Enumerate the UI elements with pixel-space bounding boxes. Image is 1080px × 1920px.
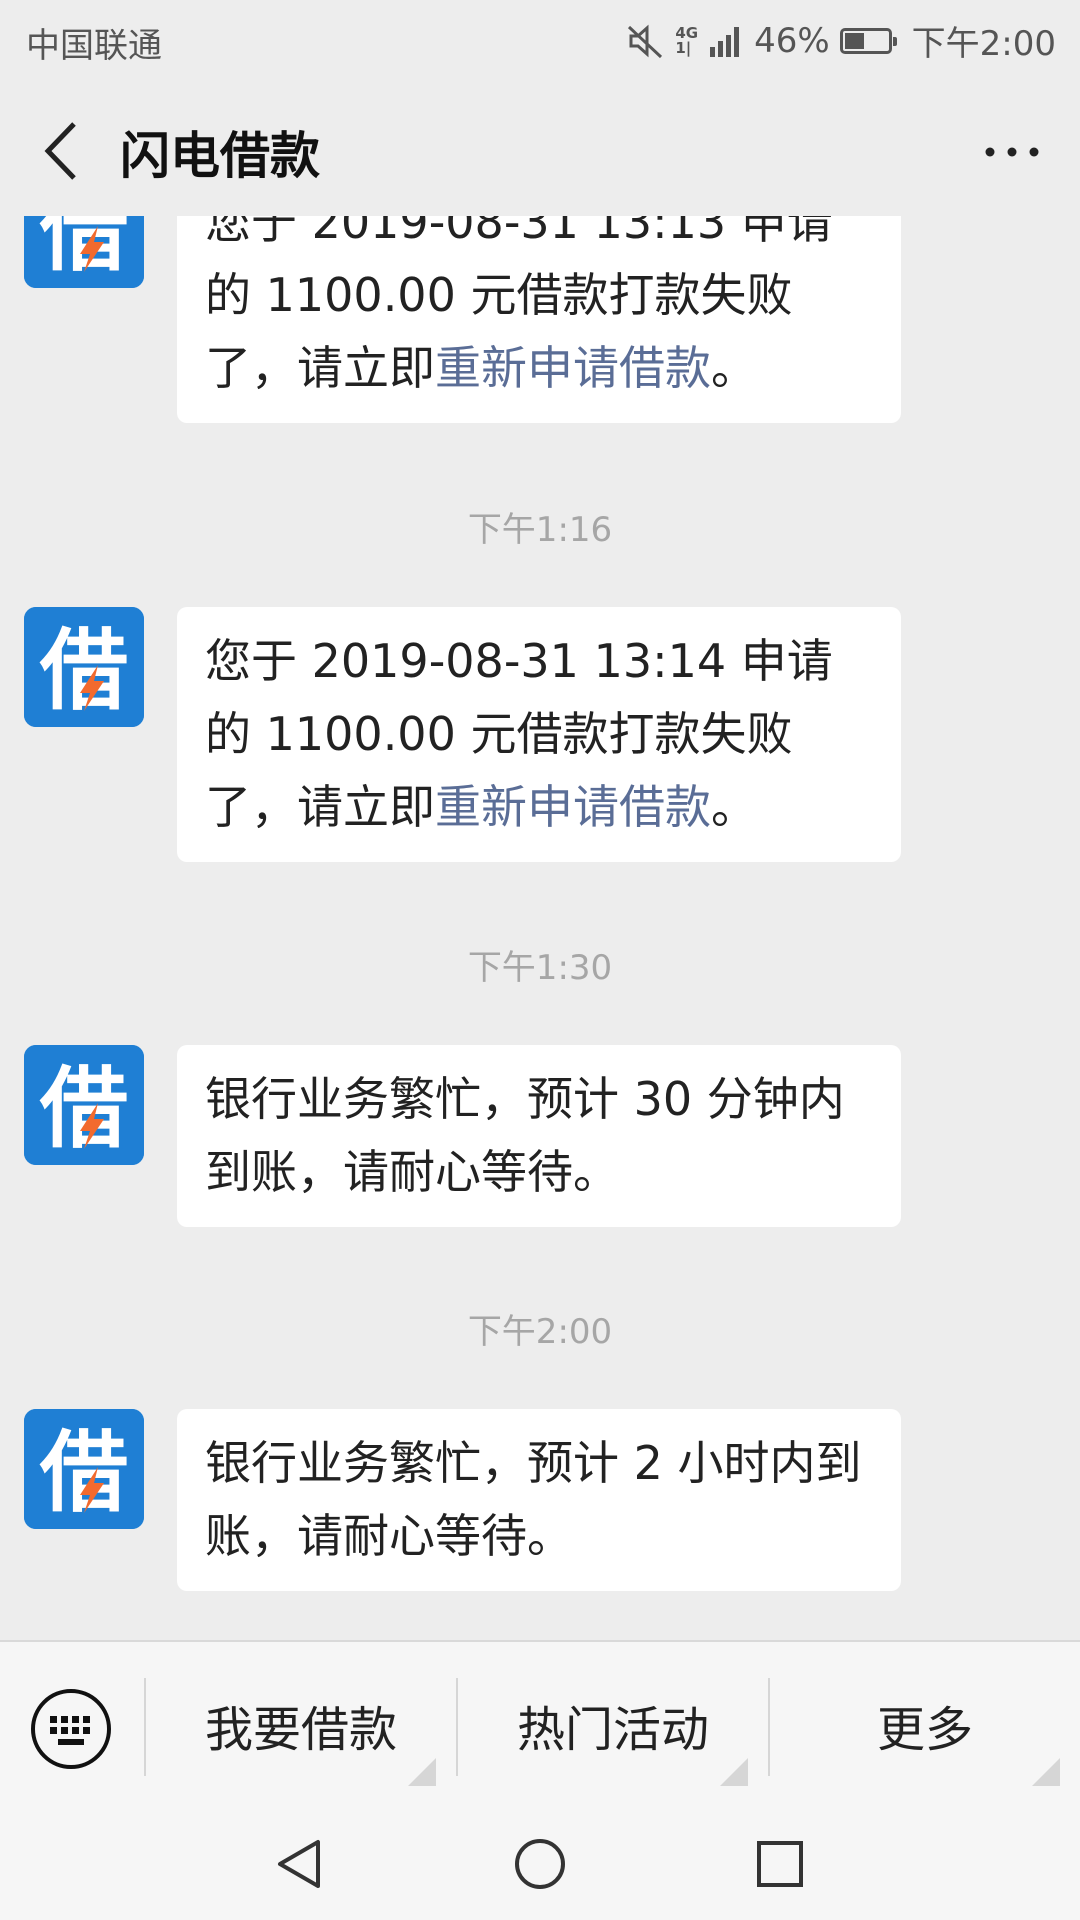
battery-icon <box>839 27 897 54</box>
carrier-label: 中国联通 <box>26 26 162 66</box>
signal-icon <box>710 26 740 57</box>
lightning-loan-logo-icon: 借 <box>24 607 144 727</box>
back-arrow-icon[interactable] <box>38 116 98 186</box>
status-icons: 4G 1| 46% 下午2:00 <box>625 16 1056 65</box>
lightning-loan-logo-icon: 借 <box>24 216 144 288</box>
nav-back-icon[interactable] <box>270 1834 330 1894</box>
timestamp: 下午2:00 <box>467 1312 613 1352</box>
svg-text:借: 借 <box>39 619 128 722</box>
menu-item-borrow[interactable]: 我要借款 <box>146 1642 456 1808</box>
keyboard-icon[interactable] <box>30 1688 112 1770</box>
more-options-icon[interactable] <box>982 132 1042 172</box>
timestamp: 下午1:30 <box>467 948 613 988</box>
message-bubble: 您于 2019-08-31 13:14 申请的 1100.00 元借款打款失败了… <box>177 607 901 862</box>
svg-text:借: 借 <box>39 1421 128 1524</box>
menu-item-more[interactable]: 更多 <box>770 1642 1080 1808</box>
status-bar: 中国联通 4G 1| 46% 下午2:00 <box>0 0 1080 78</box>
system-nav-bar <box>0 1808 1080 1920</box>
svg-text:借: 借 <box>39 1057 128 1160</box>
message-bubble: 银行业务繁忙，预计 30 分钟内到账，请耐心等待。 <box>177 1045 901 1227</box>
menu-item-hot-events[interactable]: 热门活动 <box>458 1642 768 1808</box>
chat-header: 闪电借款 <box>0 78 1080 216</box>
submenu-indicator-icon <box>1032 1758 1060 1786</box>
chat-area[interactable]: 借 您于 2019-08-31 13:13 申请的 1100.00 元借款打款失… <box>0 216 1080 1640</box>
sender-avatar[interactable]: 借 <box>24 216 144 288</box>
page-title: 闪电借款 <box>120 127 320 185</box>
sender-avatar[interactable]: 借 <box>24 1045 144 1165</box>
message-bubble: 银行业务繁忙，预计 2 小时内到账，请耐心等待。 <box>177 1409 901 1591</box>
nav-recents-icon[interactable] <box>750 1834 810 1894</box>
lightning-loan-logo-icon: 借 <box>24 1409 144 1529</box>
battery-fill <box>844 32 864 49</box>
timestamp: 下午1:16 <box>467 510 613 550</box>
clock: 下午2:00 <box>911 24 1056 64</box>
battery-percent: 46% <box>754 20 830 61</box>
nav-home-icon[interactable] <box>510 1834 570 1894</box>
submenu-indicator-icon <box>408 1758 436 1786</box>
sender-avatar[interactable]: 借 <box>24 607 144 727</box>
mute-icon <box>628 24 663 58</box>
reapply-loan-link[interactable]: 重新申请借款 <box>435 341 711 395</box>
network-type: 4G 1| <box>675 23 699 57</box>
message-bubble: 您于 2019-08-31 13:13 申请的 1100.00 元借款打款失败了… <box>177 216 901 423</box>
account-menu-bar: 我要借款 热门活动 更多 <box>0 1640 1080 1808</box>
reapply-loan-link[interactable]: 重新申请借款 <box>435 780 711 834</box>
submenu-indicator-icon <box>720 1758 748 1786</box>
sender-avatar[interactable]: 借 <box>24 1409 144 1529</box>
lightning-loan-logo-icon: 借 <box>24 1045 144 1165</box>
